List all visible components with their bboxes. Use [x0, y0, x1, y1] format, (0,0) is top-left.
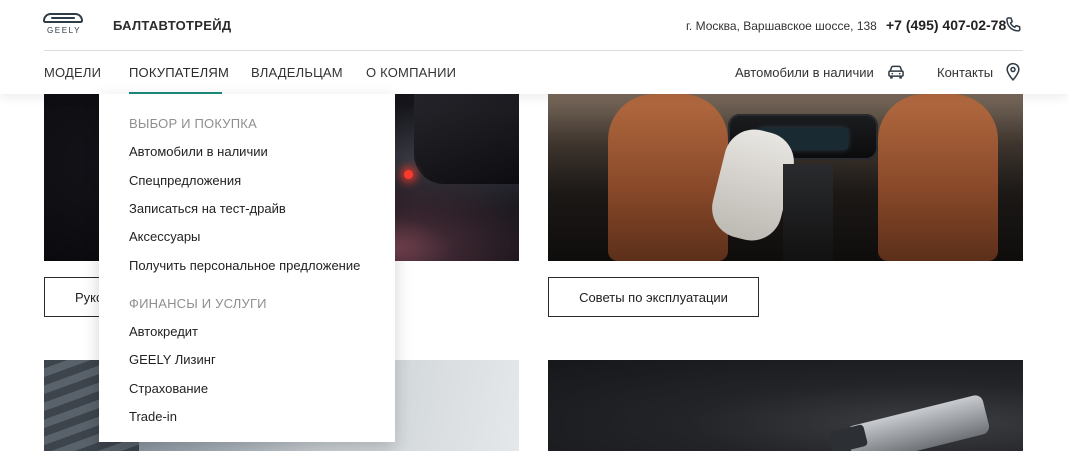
dropdown-item-special-offers[interactable]: Спецпредложения	[129, 173, 241, 188]
location-pin-icon[interactable]	[1004, 62, 1022, 82]
dropdown-item-insurance[interactable]: Страхование	[129, 381, 208, 396]
taillight	[404, 170, 413, 179]
nav-models[interactable]: МОДЕЛИ	[44, 65, 101, 80]
dropdown-item-car-loan[interactable]: Автокредит	[129, 324, 198, 339]
dropdown-item-leasing[interactable]: GEELY Лизинг	[129, 352, 216, 367]
geely-logo[interactable]: GEELY	[43, 13, 85, 37]
site-header: GEELY БАЛТАВТОТРЕЙД г. Москва, Варшавско…	[0, 0, 1068, 94]
car-silhouette	[414, 94, 519, 184]
nav-owners[interactable]: ВЛАДЕЛЬЦАМ	[251, 65, 343, 80]
dropdown-heading-finance: ФИНАНСЫ И УСЛУГИ	[129, 296, 267, 311]
nav-buyers[interactable]: ПОКУПАТЕЛЯМ	[129, 65, 229, 80]
geely-logo-icon	[43, 13, 83, 23]
logo-text: GEELY	[46, 26, 82, 35]
nav-about[interactable]: О КОМПАНИИ	[366, 65, 456, 80]
right-seat	[878, 94, 998, 261]
dropdown-heading-purchase: ВЫБОР И ПОКУПКА	[129, 116, 257, 131]
left-seat	[608, 94, 728, 261]
car-part-photo	[548, 360, 1023, 451]
header-divider	[44, 50, 1023, 51]
nav-contacts[interactable]: Контакты	[937, 65, 993, 80]
dropdown-item-cars-in-stock[interactable]: Автомобили в наличии	[129, 144, 268, 159]
dropdown-item-accessories[interactable]: Аксессуары	[129, 229, 200, 244]
dealer-address: г. Москва, Варшавское шоссе, 138	[686, 19, 877, 33]
maintenance-tips-button[interactable]: Советы по эксплуатации	[548, 277, 759, 317]
dealer-name[interactable]: БАЛТАВТОТРЕЙД	[113, 18, 231, 33]
car-icon[interactable]	[886, 62, 906, 82]
dropdown-item-test-drive[interactable]: Записаться на тест-драйв	[129, 201, 286, 216]
center-console	[783, 164, 833, 261]
dropdown-item-trade-in[interactable]: Trade-in	[129, 409, 177, 424]
buyers-dropdown-menu: ВЫБОР И ПОКУПКА Автомобили в наличии Спе…	[99, 94, 395, 442]
phone-number[interactable]: +7 (495) 407-02-78	[886, 17, 1006, 33]
dropdown-item-personal-offer[interactable]: Получить персональное предложение	[129, 258, 360, 273]
nav-cars-in-stock[interactable]: Автомобили в наличии	[735, 65, 874, 80]
phone-icon[interactable]	[1003, 15, 1023, 35]
car-interior-photo	[548, 94, 1023, 261]
